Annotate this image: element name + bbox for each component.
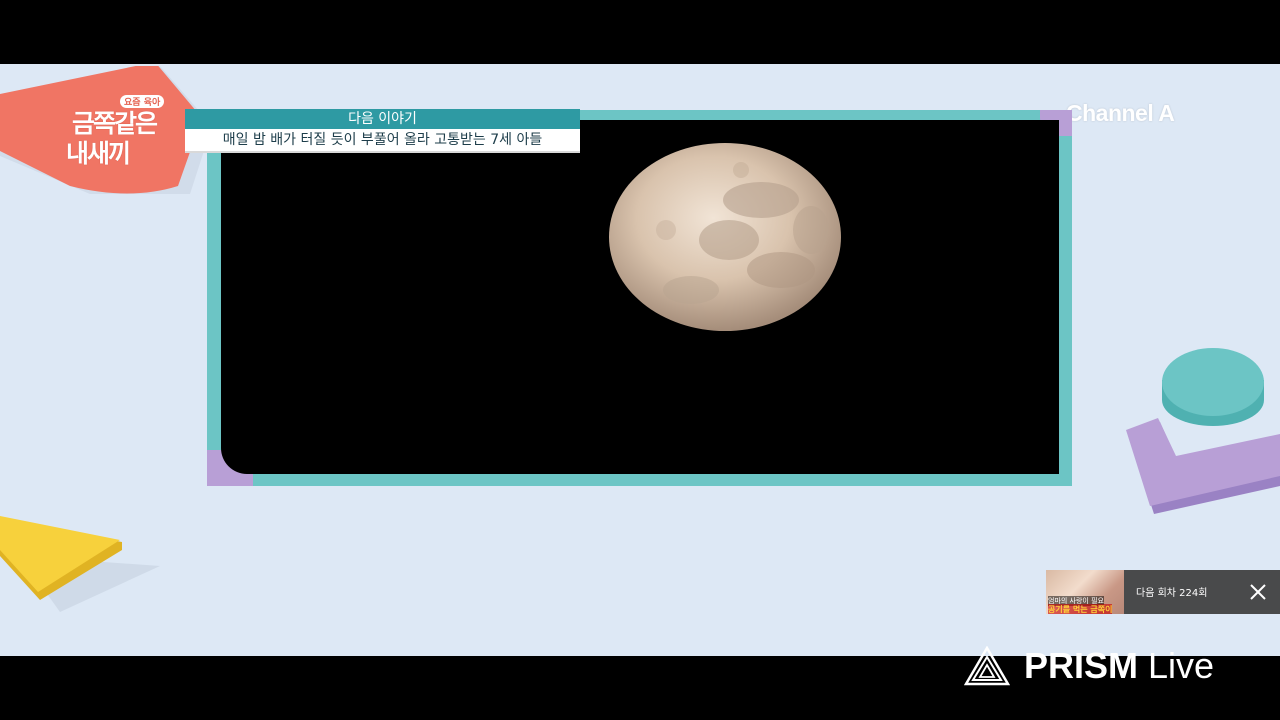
- up-next-label[interactable]: 다음 회차 224회: [1136, 584, 1207, 599]
- teal-cylinder-decoration: [1162, 348, 1264, 426]
- thumb-caption-line2: 공기를 먹는 금쪽이: [1048, 604, 1113, 614]
- prism-live-text: Live: [1148, 645, 1215, 686]
- show-logo-line2: 내새끼: [66, 139, 131, 168]
- close-icon[interactable]: [1248, 582, 1268, 602]
- video-screen: [221, 120, 1059, 474]
- show-logo: 요즘 육아 금쪽같은 내새끼: [62, 92, 192, 168]
- up-next-card[interactable]: 엄마의 사랑이 필요 공기를 먹는 금쪽이 다음 회차 224회: [1046, 570, 1280, 614]
- channel-logo: Channel A: [1066, 100, 1175, 126]
- up-next-thumbnail[interactable]: 엄마의 사랑이 필요 공기를 먹는 금쪽이: [1046, 570, 1124, 614]
- prism-brand: PRISM: [1024, 645, 1139, 686]
- yellow-triangle-decoration: [0, 516, 160, 612]
- prism-live-watermark: PRISM Live: [964, 644, 1214, 688]
- purple-block-decoration: [1126, 418, 1280, 514]
- next-story-description: 매일 밤 배가 터질 듯이 부풀어 올라 고통받는 7세 아들: [185, 129, 580, 153]
- prism-triangle-icon: [964, 646, 1010, 686]
- next-story-title: 다음 이야기: [185, 109, 580, 129]
- broadcast-stage: 요즘 육아 금쪽같은 내새끼 Channel A 다음 이야기 매일 밤 배가 …: [0, 64, 1280, 656]
- moon-image: [609, 143, 841, 331]
